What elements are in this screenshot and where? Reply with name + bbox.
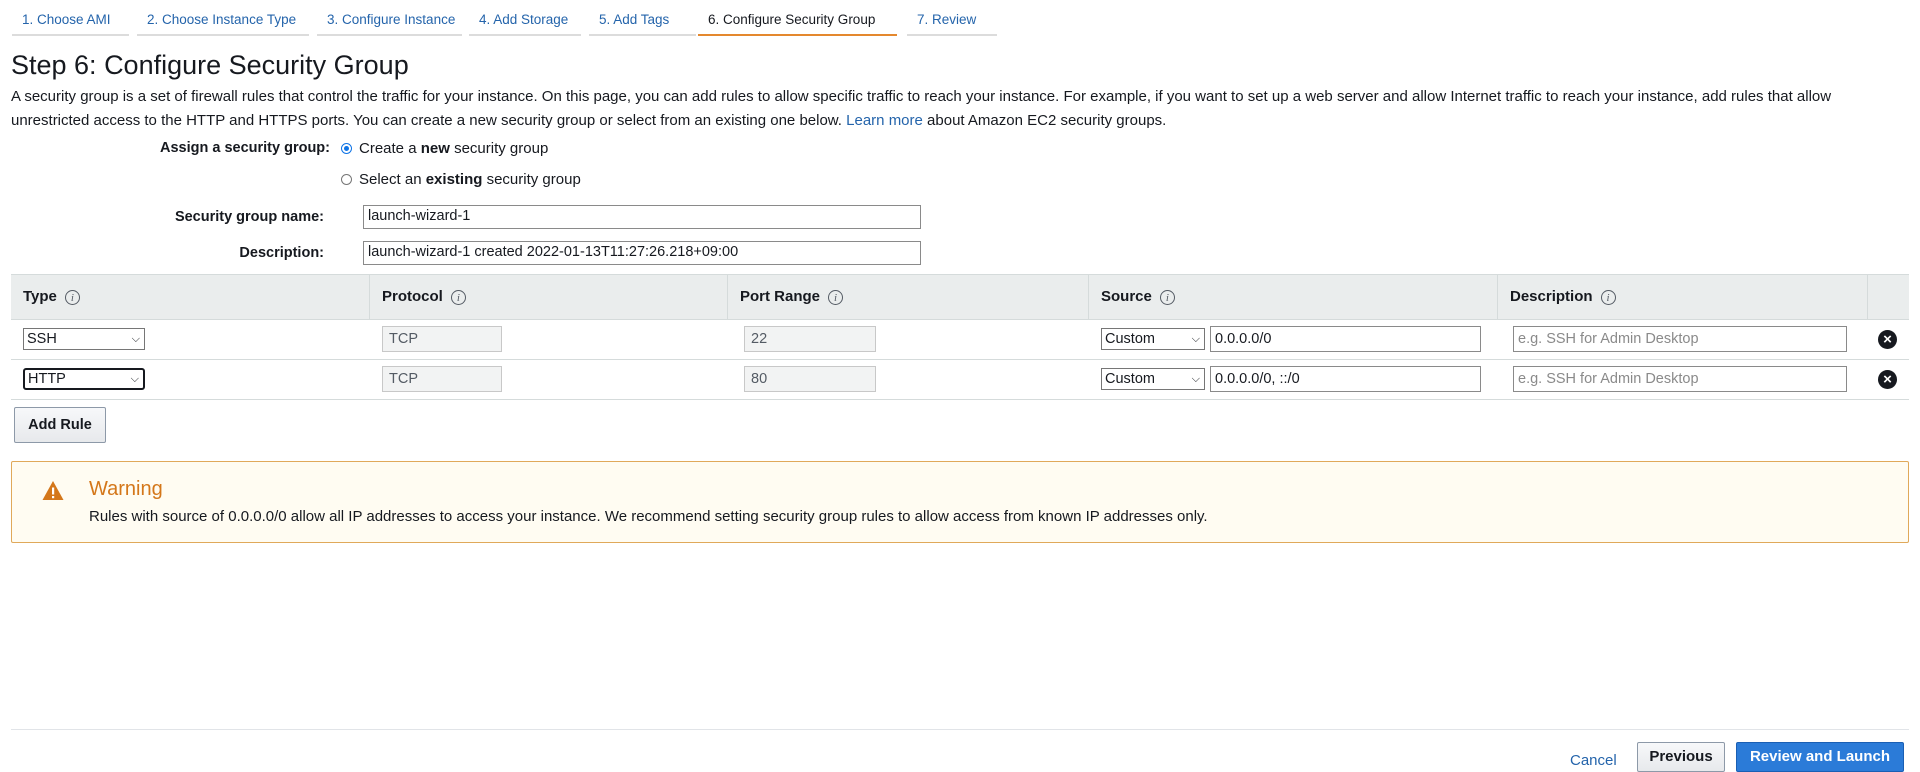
chevron-down-icon: ⌵ — [130, 373, 139, 385]
port-range-field: 80 — [744, 366, 876, 392]
remove-rule-icon[interactable]: × — [1878, 370, 1897, 389]
group-name-label: Security group name: — [174, 209, 324, 225]
tab-choose-ami[interactable]: 1. Choose AMI — [12, 0, 129, 36]
page-title: Step 6: Configure Security Group — [11, 50, 409, 80]
table-row: HTTP ⌵ TCP 80 Custom ⌵ 0.0.0.0/0, ::/0 e.g… — [11, 360, 1909, 400]
group-description-label: Description: — [239, 245, 324, 261]
port-range-field: 22 — [744, 326, 876, 352]
rules-table: Type i Protocol i Port Range i Source i Desc… — [11, 274, 1909, 400]
column-source: Source i — [1088, 275, 1497, 319]
add-rule-button[interactable]: Add Rule — [14, 407, 106, 443]
protocol-field: TCP — [382, 366, 502, 392]
assign-group-label: Assign a security group: — [159, 140, 330, 156]
type-select[interactable]: SSH ⌵ — [23, 328, 145, 350]
radio-select-existing[interactable] — [341, 174, 352, 185]
review-and-launch-button[interactable]: Review and Launch — [1736, 742, 1904, 772]
column-protocol: Protocol i — [369, 275, 727, 319]
warning-text: Rules with source of 0.0.0.0/0 allow all… — [89, 508, 1208, 525]
tab-add-tags[interactable]: 5. Add Tags — [589, 0, 696, 36]
warning-alert: Warning Rules with source of 0.0.0.0/0 a… — [11, 461, 1909, 543]
warning-icon — [42, 481, 64, 500]
warning-title: Warning — [89, 478, 163, 500]
info-icon[interactable]: i — [828, 289, 844, 305]
tab-configure-security-group[interactable]: 6. Configure Security Group — [698, 0, 897, 36]
rule-description-input[interactable]: e.g. SSH for Admin Desktop — [1513, 366, 1847, 392]
previous-button[interactable]: Previous — [1637, 742, 1725, 772]
option-existing-suffix: security group — [486, 171, 581, 188]
option-existing-bold: existing — [425, 171, 483, 188]
group-description-input[interactable]: launch-wizard-1 created 2022-01-13T11:27… — [363, 241, 921, 265]
source-mode-select[interactable]: Custom ⌵ — [1101, 328, 1205, 350]
info-icon[interactable]: i — [1159, 289, 1175, 305]
option-existing-prefix: Select an — [359, 171, 422, 188]
chevron-down-icon: ⌵ — [1191, 373, 1200, 385]
tab-review[interactable]: 7. Review — [907, 0, 997, 36]
intro-paragraph: A security group is a set of firewall ru… — [11, 85, 1901, 133]
option-new-prefix: Create a — [359, 140, 417, 157]
chevron-down-icon: ⌵ — [131, 333, 140, 345]
info-icon[interactable]: i — [1600, 289, 1616, 305]
cancel-link[interactable]: Cancel — [1570, 752, 1617, 769]
option-select-existing[interactable]: Select an existing security group — [341, 171, 581, 188]
protocol-field: TCP — [382, 326, 502, 352]
column-description: Description i — [1497, 275, 1867, 319]
rules-table-header: Type i Protocol i Port Range i Source i Desc… — [11, 274, 1909, 320]
option-new-bold: new — [420, 140, 450, 157]
column-actions — [1867, 275, 1909, 319]
tab-configure-instance[interactable]: 3. Configure Instance — [317, 0, 462, 36]
footer-divider — [11, 729, 1909, 730]
chevron-down-icon: ⌵ — [1191, 333, 1200, 345]
option-new-suffix: security group — [454, 140, 549, 157]
source-cidr-input[interactable]: 0.0.0.0/0, ::/0 — [1210, 366, 1481, 392]
tab-add-storage[interactable]: 4. Add Storage — [469, 0, 581, 36]
type-select[interactable]: HTTP ⌵ — [23, 368, 145, 390]
column-type: Type i — [11, 275, 369, 319]
info-icon[interactable]: i — [450, 289, 466, 305]
intro-suffix: about Amazon EC2 security groups. — [927, 112, 1167, 129]
tab-choose-instance-type[interactable]: 2. Choose Instance Type — [137, 0, 309, 36]
group-name-input[interactable]: launch-wizard-1 — [363, 205, 921, 229]
learn-more-link[interactable]: Learn more — [846, 112, 923, 129]
source-cidr-input[interactable]: 0.0.0.0/0 — [1210, 326, 1481, 352]
radio-create-new[interactable] — [341, 143, 352, 154]
column-port-range: Port Range i — [727, 275, 1088, 319]
info-icon[interactable]: i — [64, 289, 80, 305]
option-create-new[interactable]: Create a new security group — [341, 140, 548, 157]
source-mode-select[interactable]: Custom ⌵ — [1101, 368, 1205, 390]
remove-rule-icon[interactable]: × — [1878, 330, 1897, 349]
table-row: SSH ⌵ TCP 22 Custom ⌵ 0.0.0.0/0 e.g. SSH f… — [11, 320, 1909, 360]
rule-description-input[interactable]: e.g. SSH for Admin Desktop — [1513, 326, 1847, 352]
